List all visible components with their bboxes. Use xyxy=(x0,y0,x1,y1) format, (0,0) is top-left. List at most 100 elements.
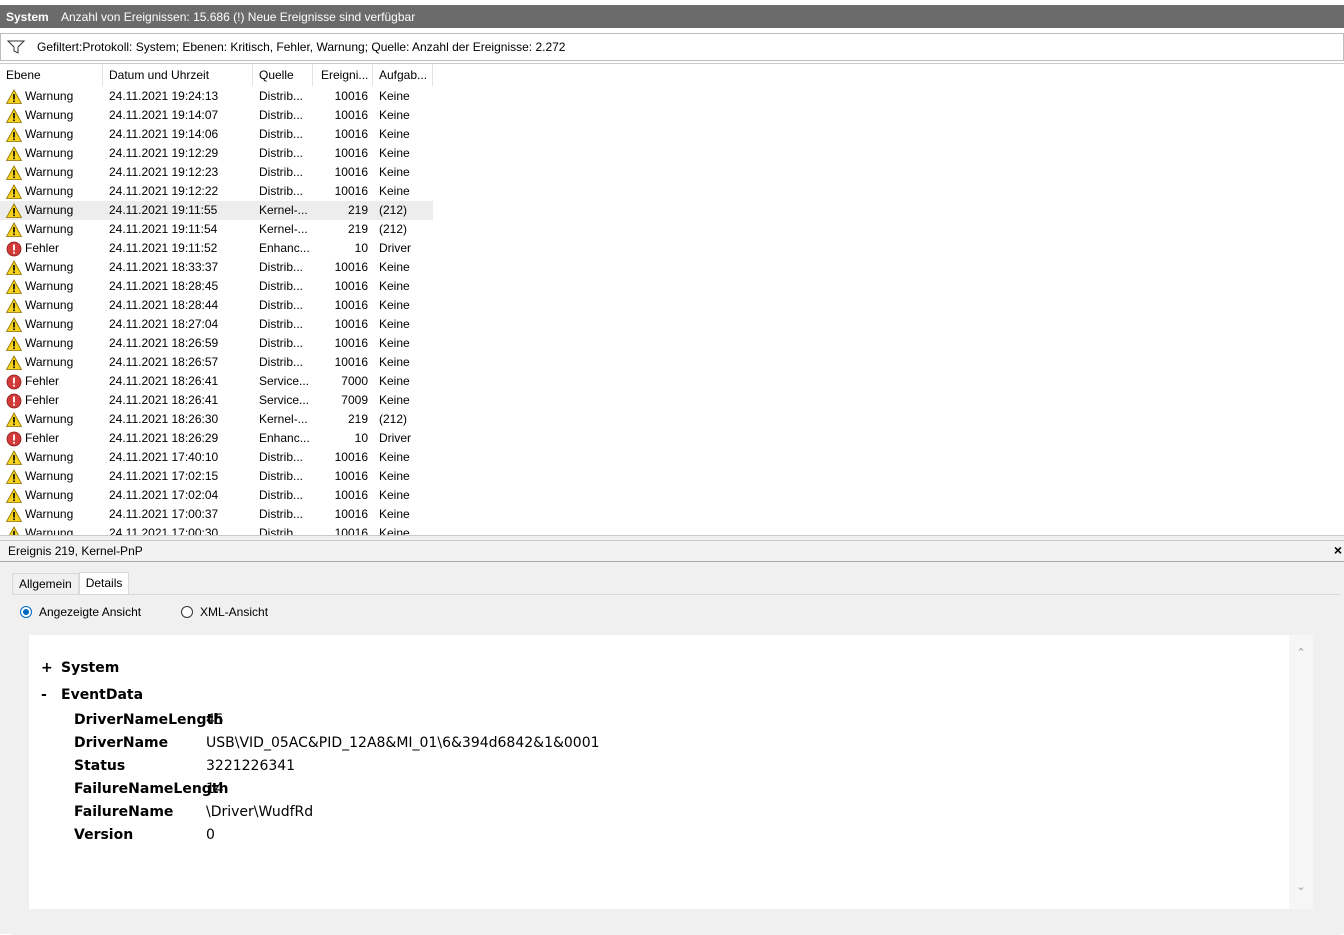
event-row[interactable]: Fehler 24.11.2021 18:26:41 Service... 7009 K… xyxy=(0,391,433,410)
event-row[interactable]: Warnung 24.11.2021 19:24:13 Distrib... 1001… xyxy=(0,87,433,106)
event-source: Distrib... xyxy=(259,165,304,179)
radio-xml-view[interactable]: XML-Ansicht xyxy=(181,605,268,619)
event-id: 7009 xyxy=(341,393,368,407)
event-id: 10016 xyxy=(334,127,368,141)
event-level-label: Warnung xyxy=(25,507,74,521)
column-header-task[interactable]: Aufgab... xyxy=(373,64,433,86)
event-level: Warnung xyxy=(6,87,102,106)
radio-selected-icon[interactable] xyxy=(20,606,32,618)
event-id: 10016 xyxy=(334,165,368,179)
event-row[interactable]: Warnung 24.11.2021 19:14:06 Distrib... 1001… xyxy=(0,125,433,144)
event-level: Warnung xyxy=(6,163,102,182)
event-row[interactable]: Warnung 24.11.2021 17:00:37 Distrib... 1001… xyxy=(0,505,433,524)
field-key: FailureName xyxy=(74,804,174,820)
tree-node-system[interactable]: + System xyxy=(41,655,143,682)
event-row[interactable]: Fehler 24.11.2021 19:11:52 Enhanc... 10 Driv… xyxy=(0,239,433,258)
event-row[interactable]: Warnung 24.11.2021 19:11:54 Kernel-... 219 (… xyxy=(0,220,433,239)
event-level-label: Warnung xyxy=(25,355,74,369)
event-row[interactable]: Fehler 24.11.2021 18:26:41 Service... 7000 K… xyxy=(0,372,433,391)
event-level: Warnung xyxy=(6,144,102,163)
close-icon[interactable]: × xyxy=(1334,542,1342,558)
event-source: Distrib... xyxy=(259,127,304,141)
event-row[interactable]: Warnung 24.11.2021 18:26:57 Distrib... 1001… xyxy=(0,353,433,372)
log-name: System xyxy=(6,9,49,24)
event-id: 7000 xyxy=(341,374,368,388)
tab-general[interactable]: Allgemein xyxy=(12,573,79,594)
event-task: Keine xyxy=(379,488,410,502)
event-level: Warnung xyxy=(6,467,102,486)
event-detail-header: Ereignis 219, Kernel-PnP × xyxy=(0,541,1344,562)
details-tab-pane: Angezeigte Ansicht XML-Ansicht + System -… xyxy=(12,594,1340,935)
event-row[interactable]: Warnung 24.11.2021 19:11:55 Kernel-... 219 (… xyxy=(0,201,433,220)
event-level-label: Warnung xyxy=(25,165,74,179)
vertical-scrollbar[interactable]: ⌃ ⌄ xyxy=(1289,635,1313,909)
event-task: Keine xyxy=(379,165,410,179)
event-id: 10016 xyxy=(334,450,368,464)
tab-details[interactable]: Details xyxy=(78,572,130,594)
event-row[interactable]: Warnung 24.11.2021 18:26:59 Distrib... 1001… xyxy=(0,334,433,353)
event-id: 10016 xyxy=(334,317,368,331)
warning-icon xyxy=(6,221,22,237)
event-level: Warnung xyxy=(6,277,102,296)
warning-icon xyxy=(6,126,22,142)
event-row[interactable]: Warnung 24.11.2021 19:12:22 Distrib... 1001… xyxy=(0,182,433,201)
event-detail-title: Ereignis 219, Kernel-PnP xyxy=(8,544,143,558)
radio-friendly-view[interactable]: Angezeigte Ansicht xyxy=(20,605,141,619)
warning-icon xyxy=(6,164,22,180)
expand-icon[interactable]: + xyxy=(41,655,61,682)
event-task: (212) xyxy=(379,412,408,426)
column-header-level[interactable]: Ebene xyxy=(0,64,103,86)
field-key: Version xyxy=(74,827,134,843)
radio-unselected-icon[interactable] xyxy=(181,606,193,618)
warning-icon xyxy=(6,202,22,218)
event-id: 10016 xyxy=(334,184,368,198)
event-row[interactable]: Warnung 24.11.2021 17:02:15 Distrib... 1001… xyxy=(0,467,433,486)
event-level: Warnung xyxy=(6,296,102,315)
event-level: Fehler xyxy=(6,429,102,448)
event-count-info: Anzahl von Ereignissen: 15.686 (!) Neue … xyxy=(61,9,416,24)
collapse-icon[interactable]: - xyxy=(41,682,61,709)
event-source: Distrib... xyxy=(259,336,304,350)
event-source: Kernel-... xyxy=(259,412,308,426)
event-datetime: 24.11.2021 18:26:29 xyxy=(109,431,219,445)
event-row[interactable]: Warnung 24.11.2021 18:28:45 Distrib... 1001… xyxy=(0,277,433,296)
event-source: Distrib... xyxy=(259,184,304,198)
event-row[interactable]: Fehler 24.11.2021 18:26:29 Enhanc... 10 Driv… xyxy=(0,429,433,448)
event-level: Warnung xyxy=(6,201,102,220)
event-id: 10016 xyxy=(334,469,368,483)
event-level: Warnung xyxy=(6,410,102,429)
field-key: Status xyxy=(74,758,126,774)
scroll-up-icon[interactable]: ⌃ xyxy=(1295,647,1307,659)
event-level-label: Warnung xyxy=(25,108,74,122)
event-level-label: Warnung xyxy=(25,184,74,198)
event-source: Service... xyxy=(259,374,310,388)
event-level-label: Warnung xyxy=(25,222,74,236)
eventdata-field: DriverNameLength 45 xyxy=(41,709,224,732)
event-row[interactable]: Warnung 24.11.2021 17:02:04 Distrib... 1001… xyxy=(0,486,433,505)
field-value: USB\VID_05AC&PID_12A8&MI_01\6&394d6842&1… xyxy=(206,735,600,751)
event-row[interactable]: Warnung 24.11.2021 18:27:04 Distrib... 1001… xyxy=(0,315,433,334)
event-datetime: 24.11.2021 18:26:57 xyxy=(109,355,219,369)
event-row[interactable]: Warnung 24.11.2021 19:12:29 Distrib... 1001… xyxy=(0,144,433,163)
column-header-source[interactable]: Quelle xyxy=(253,64,313,86)
event-id: 10016 xyxy=(334,298,368,312)
event-level-label: Warnung xyxy=(25,336,74,350)
event-row[interactable]: Warnung 24.11.2021 18:28:44 Distrib... 1001… xyxy=(0,296,433,315)
event-level-label: Fehler xyxy=(25,374,60,388)
event-source: Distrib... xyxy=(259,279,304,293)
tree-node-eventdata[interactable]: - EventData xyxy=(41,682,143,709)
scroll-down-icon[interactable]: ⌄ xyxy=(1295,881,1307,893)
event-source: Distrib... xyxy=(259,298,304,312)
column-header-datetime[interactable]: Datum und Uhrzeit xyxy=(103,64,253,86)
event-datetime: 24.11.2021 18:26:30 xyxy=(109,412,219,426)
event-datetime: 24.11.2021 17:40:10 xyxy=(109,450,219,464)
field-value: 45 xyxy=(206,712,224,728)
event-row[interactable]: Warnung 24.11.2021 19:14:07 Distrib... 1001… xyxy=(0,106,433,125)
event-row[interactable]: Warnung 24.11.2021 18:33:37 Distrib... 1001… xyxy=(0,258,433,277)
event-row[interactable]: Warnung 24.11.2021 18:26:30 Kernel-... 219 (… xyxy=(0,410,433,429)
event-row[interactable]: Warnung 24.11.2021 19:12:23 Distrib... 1001… xyxy=(0,163,433,182)
event-source: Distrib... xyxy=(259,450,304,464)
event-level: Fehler xyxy=(6,391,102,410)
event-row[interactable]: Warnung 24.11.2021 17:40:10 Distrib... 1001… xyxy=(0,448,433,467)
column-header-event-id[interactable]: Ereigni... xyxy=(313,64,373,86)
